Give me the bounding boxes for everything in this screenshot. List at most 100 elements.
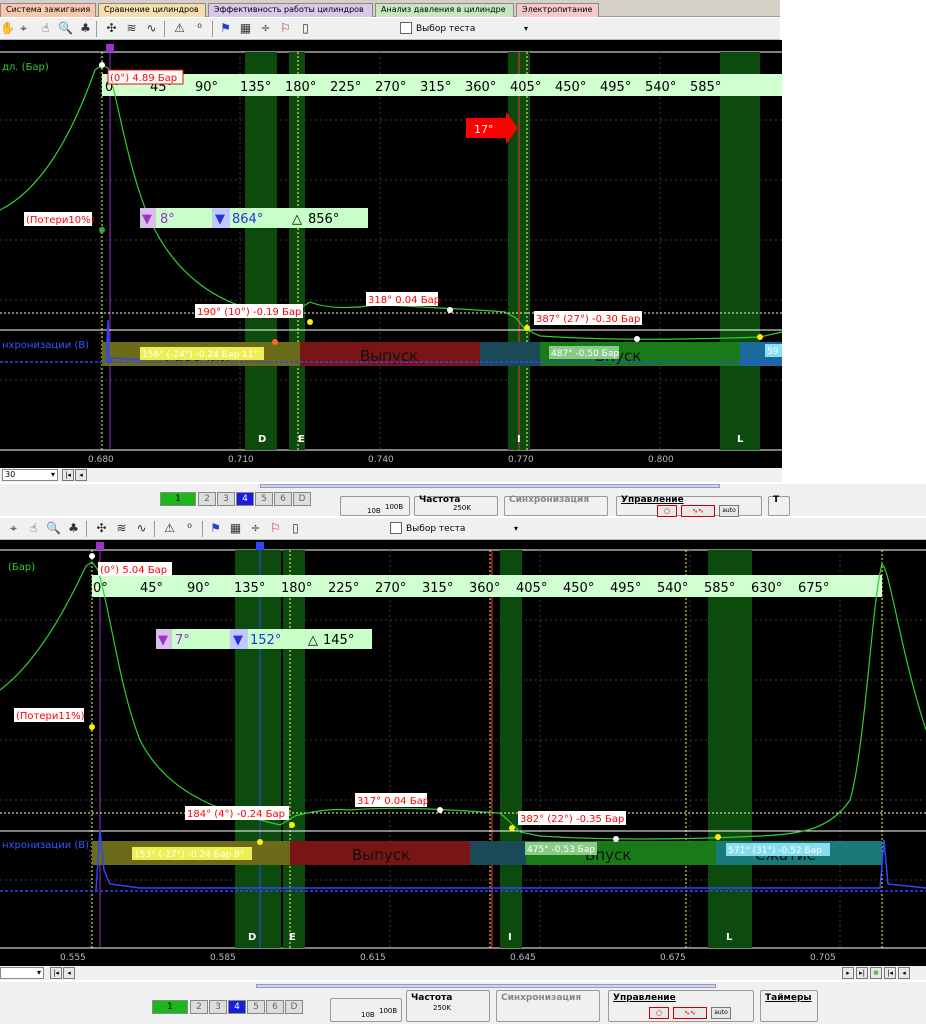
sync-axis-label: нхронизации (В): [2, 840, 89, 851]
waves-icon[interactable]: ≋: [114, 521, 129, 536]
scroll-start-button[interactable]: |◂: [62, 469, 74, 481]
voltage-100[interactable]: 100В: [379, 1007, 397, 1015]
channel-button-3[interactable]: 3: [209, 1000, 227, 1014]
marker-point[interactable]: [289, 822, 295, 828]
marker-point[interactable]: [272, 339, 278, 345]
channel-button-1[interactable]: 1: [160, 492, 196, 506]
channel-button-7[interactable]: D: [285, 1000, 303, 1014]
wave-compare-icon[interactable]: ∿: [134, 521, 149, 536]
pan-icon[interactable]: ☝: [38, 21, 53, 36]
marker-point[interactable]: [613, 836, 619, 842]
auto-icon[interactable]: ⚠: [162, 521, 177, 536]
waves-icon[interactable]: ≋: [124, 21, 139, 36]
tab-cylinder-efficiency[interactable]: Эффективность работы цилиндров: [208, 3, 373, 17]
zoom-select[interactable]: 30 ▾: [2, 469, 58, 481]
stop-button[interactable]: ○: [649, 1007, 669, 1019]
scope-panel-top[interactable]: 0° 45° 90° 135° 180° 225° 270° 315° 360° 405° 450°…: [0, 40, 782, 468]
collapse-handle[interactable]: [256, 984, 716, 988]
degree-label: 90°: [187, 581, 210, 596]
marker-point[interactable]: [524, 325, 530, 331]
waveform-plot-top[interactable]: 0° 45° 90° 135° 180° 225° 270° 315° 360° 405° 450°…: [0, 40, 782, 468]
test-select[interactable]: Выбор теста ▾: [390, 520, 518, 538]
crosshair-icon[interactable]: ✣: [94, 521, 109, 536]
record-button[interactable]: ∿∿: [681, 505, 715, 517]
cursor-handle-purple[interactable]: [96, 542, 104, 550]
zoom-icon[interactable]: 🔍: [46, 521, 61, 536]
cursor-icon[interactable]: ⌖: [6, 521, 21, 536]
crosshair-icon[interactable]: ✣: [104, 21, 119, 36]
scroll-right-button[interactable]: ▸: [842, 967, 854, 979]
tree-icon[interactable]: ♣: [78, 21, 93, 36]
frequency-value[interactable]: 250K: [453, 504, 471, 512]
scope-panel-lower[interactable]: 0° 45° 90° 135° 180° 225° 270° 315° 360° 405° 450°…: [0, 540, 926, 966]
auto-icon[interactable]: ⚠: [172, 21, 187, 36]
cursor-handle-blue[interactable]: [256, 542, 264, 550]
marker-point[interactable]: [307, 319, 313, 325]
frequency-value[interactable]: 250K: [433, 1004, 451, 1012]
tab-ignition[interactable]: Система зажигания: [0, 3, 96, 17]
split-icon[interactable]: ÷: [258, 21, 273, 36]
channel-button-2[interactable]: 2: [198, 492, 216, 506]
flag-icon[interactable]: ⚐: [268, 521, 283, 536]
voltage-10[interactable]: 10В: [361, 1011, 375, 1019]
doc-icon[interactable]: ▯: [288, 521, 303, 536]
scroll-start-button[interactable]: |◂: [884, 967, 896, 979]
marker-point[interactable]: [437, 807, 443, 813]
marker-peak[interactable]: [99, 62, 105, 68]
cursor-icon[interactable]: ⌖: [16, 21, 31, 36]
marker-point[interactable]: [715, 834, 721, 840]
zoom-select[interactable]: ▾: [0, 967, 44, 979]
channel-button-1[interactable]: 1: [152, 1000, 188, 1014]
waveform-plot-lower[interactable]: 0° 45° 90° 135° 180° 225° 270° 315° 360° 405° 450°…: [0, 540, 926, 966]
zero-icon[interactable]: ⁰: [192, 21, 207, 36]
tab-cylinder-compare[interactable]: Сравнение цилиндров: [98, 3, 206, 17]
marker-point[interactable]: [447, 307, 453, 313]
marker-loss[interactable]: [99, 227, 105, 233]
hand-icon[interactable]: ✋: [0, 21, 15, 36]
zoom-icon[interactable]: 🔍: [58, 21, 73, 36]
channel-button-7[interactable]: D: [293, 492, 311, 506]
marker-loss[interactable]: [89, 724, 95, 730]
channel-button-4[interactable]: 4: [228, 1000, 246, 1014]
tab-power-supply[interactable]: Электропитание: [516, 3, 599, 17]
channel-button-6[interactable]: 6: [266, 1000, 284, 1014]
scroll-end-button[interactable]: ▸|: [856, 967, 868, 979]
marker-peak[interactable]: [89, 553, 95, 559]
flag-icon[interactable]: ⚐: [278, 21, 293, 36]
zero-icon[interactable]: ⁰: [182, 521, 197, 536]
marker-point[interactable]: [757, 334, 763, 340]
record-button[interactable]: ∿∿: [673, 1007, 707, 1019]
collapse-handle[interactable]: [260, 484, 720, 488]
zoom-in-button[interactable]: ⊕: [870, 967, 882, 979]
filter-icon[interactable]: ⚑: [218, 21, 233, 36]
pan-icon[interactable]: ☝: [26, 521, 41, 536]
wave-compare-icon[interactable]: ∿: [144, 21, 159, 36]
split-icon[interactable]: ÷: [248, 521, 263, 536]
marker-point[interactable]: [509, 825, 515, 831]
stop-button[interactable]: ○: [657, 505, 677, 517]
channel-button-4[interactable]: 4: [236, 492, 254, 506]
grid-icon[interactable]: ▦: [238, 21, 253, 36]
tab-cylinder-pressure[interactable]: Анализ давления в цилиндре: [375, 3, 514, 17]
marker-point[interactable]: [257, 839, 263, 845]
test-select[interactable]: Выбор теста ▾: [400, 20, 528, 38]
auto-button[interactable]: auto: [719, 505, 739, 517]
cursor-handle-purple[interactable]: [106, 44, 114, 52]
auto-button[interactable]: auto: [711, 1007, 731, 1019]
scroll-left-button[interactable]: ◂: [63, 967, 75, 979]
scroll-left-button[interactable]: ◂: [75, 469, 87, 481]
voltage-10[interactable]: 10В: [367, 507, 381, 515]
tree-icon[interactable]: ♣: [66, 521, 81, 536]
channel-button-5[interactable]: 5: [247, 1000, 265, 1014]
channel-button-2[interactable]: 2: [190, 1000, 208, 1014]
channel-button-6[interactable]: 6: [274, 492, 292, 506]
channel-button-3[interactable]: 3: [217, 492, 235, 506]
marker-point[interactable]: [634, 336, 640, 342]
grid-icon[interactable]: ▦: [228, 521, 243, 536]
doc-icon[interactable]: ▯: [298, 21, 313, 36]
scroll-start-button[interactable]: |◂: [50, 967, 62, 979]
channel-button-5[interactable]: 5: [255, 492, 273, 506]
filter-icon[interactable]: ⚑: [208, 521, 223, 536]
scroll-left-button[interactable]: ◂: [898, 967, 910, 979]
voltage-100[interactable]: 100В: [385, 503, 403, 511]
